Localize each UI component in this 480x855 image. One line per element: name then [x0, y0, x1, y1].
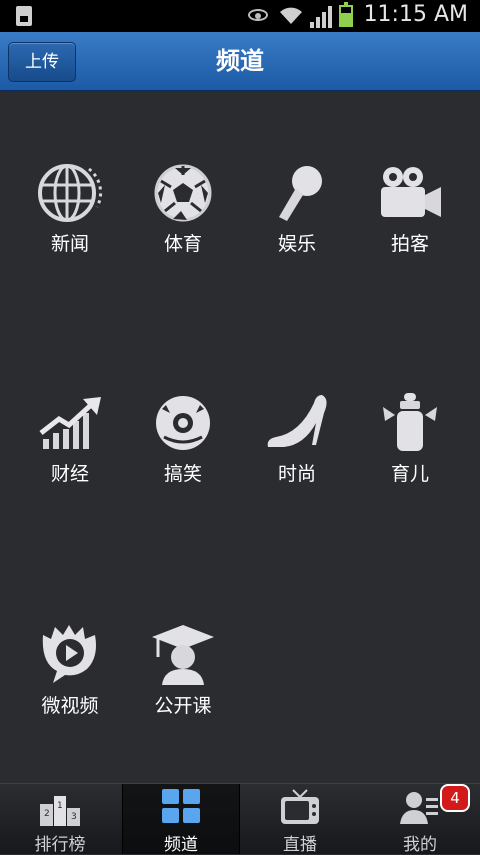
tab-live[interactable]: 直播 — [242, 784, 358, 855]
channel-label: 公开课 — [154, 695, 212, 717]
tv-icon — [281, 789, 319, 824]
channel-fashion[interactable]: 时尚 — [247, 393, 347, 486]
channel-label: 搞笑 — [163, 463, 202, 485]
svg-text:3: 3 — [71, 812, 77, 822]
channel-entertainment[interactable]: 娱乐 — [247, 163, 347, 256]
status-bar: 11:15 AM — [0, 0, 480, 32]
bottom-tab-bar: 2 1 3 排行榜 频道 直播 4 我的 — [0, 783, 480, 855]
tab-mine[interactable]: 4 我的 — [362, 784, 478, 855]
tab-label: 直播 — [283, 835, 317, 855]
video-camera-icon — [381, 167, 441, 217]
tab-label: 频道 — [164, 835, 198, 855]
channel-label: 微视频 — [41, 695, 99, 717]
tab-label: 排行榜 — [34, 835, 86, 855]
rising-chart-icon — [39, 397, 101, 449]
channel-news[interactable]: 新闻 — [20, 163, 120, 256]
notification-badge: 4 — [440, 784, 470, 812]
wifi-icon — [280, 7, 302, 24]
channel-label: 时尚 — [277, 463, 316, 485]
status-time: 11:15 AM — [363, 2, 468, 27]
clown-face-icon — [156, 396, 210, 450]
channel-funny[interactable]: 搞笑 — [133, 393, 233, 486]
tab-channels[interactable]: 频道 — [122, 784, 240, 855]
tab-ranking[interactable]: 2 1 3 排行榜 — [2, 784, 118, 855]
svg-text:2: 2 — [44, 809, 50, 819]
channel-sports[interactable]: 体育 — [133, 163, 233, 256]
sim-card-icon — [16, 6, 32, 26]
globe-icon — [38, 164, 103, 222]
battery-icon — [339, 2, 353, 27]
channel-micro-video[interactable]: 微视频 — [20, 623, 120, 718]
tab-label: 我的 — [403, 835, 437, 855]
channel-label: 财经 — [50, 463, 89, 485]
microphone-icon — [279, 166, 322, 221]
high-heel-icon — [267, 395, 327, 447]
channel-open-course[interactable]: 公开课 — [133, 623, 233, 718]
title-bar: 频道 上传 — [0, 32, 480, 92]
channel-paike[interactable]: 拍客 — [360, 163, 460, 256]
channel-label: 新闻 — [50, 233, 89, 255]
signal-icon — [310, 6, 332, 28]
play-bubble-icon — [42, 625, 96, 683]
channel-label: 娱乐 — [277, 233, 316, 255]
user-icon — [400, 792, 438, 824]
channel-label: 拍客 — [390, 233, 429, 255]
graduate-icon — [152, 625, 214, 685]
upload-button[interactable]: 上传 — [8, 42, 76, 82]
baby-bottle-icon — [383, 393, 437, 451]
svg-text:1: 1 — [57, 801, 63, 811]
channel-finance[interactable]: 财经 — [20, 393, 120, 486]
soccer-ball-icon — [154, 164, 212, 222]
podium-icon: 2 1 3 — [40, 796, 80, 826]
channel-parenting[interactable]: 育儿 — [360, 393, 460, 486]
channel-label: 体育 — [163, 233, 202, 255]
channel-label: 育儿 — [390, 463, 429, 485]
eye-icon — [248, 9, 268, 21]
grid-icon — [162, 789, 200, 823]
